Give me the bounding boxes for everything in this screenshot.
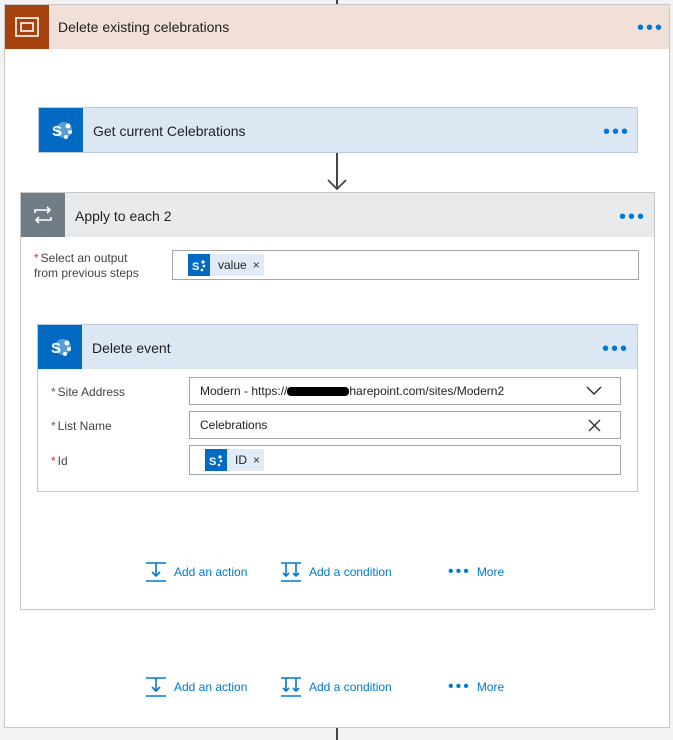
more-dots-icon: ••• (448, 678, 471, 695)
id-token-label: ID (235, 453, 247, 467)
sharepoint-icon: S (188, 254, 210, 276)
list-name-value: Celebrations (200, 418, 268, 432)
svg-text:S: S (51, 340, 61, 357)
arrow-down-icon (327, 179, 347, 191)
site-address-label: * Site Address (51, 385, 126, 399)
id-label: * Id (51, 454, 68, 468)
loop-icon (21, 193, 65, 237)
output-input[interactable]: S value × (172, 250, 639, 280)
outer-more-button[interactable]: ••• More (448, 678, 505, 695)
svg-text:S: S (192, 261, 199, 273)
scope-icon (5, 5, 49, 49)
list-name-input[interactable]: Celebrations (189, 411, 621, 439)
clear-icon[interactable] (588, 419, 601, 432)
add-condition-icon (281, 677, 301, 697)
apply-each-card: Apply to each 2 ••• * Select an output fr… (20, 192, 655, 610)
output-label: * Select an output from previous steps (34, 251, 139, 281)
required-mark: * (51, 385, 56, 399)
outer-add-action-button[interactable]: Add an action (145, 676, 247, 698)
outer-add-condition-label: Add a condition (309, 680, 392, 694)
output-token[interactable]: S value × (188, 254, 264, 276)
get-celebrations-more-button[interactable]: ••• (603, 122, 630, 142)
sharepoint-icon: S (39, 108, 83, 152)
id-input[interactable]: S ID × (189, 445, 621, 475)
scope-title: Delete existing celebrations (58, 19, 230, 35)
inner-add-action-label: Add an action (174, 565, 248, 579)
inner-more-button[interactable]: ••• More (448, 563, 505, 580)
required-mark: * (51, 454, 56, 468)
outer-add-condition-button[interactable]: Add a condition (280, 676, 392, 698)
output-label-line2: from previous steps (34, 266, 139, 280)
scope-card: Delete existing celebrations ••• S Get c… (4, 4, 670, 728)
chevron-down-icon[interactable] (586, 386, 602, 396)
sharepoint-icon: S (205, 449, 227, 471)
more-dots-icon: ••• (448, 563, 471, 580)
apply-each-more-button[interactable]: ••• (619, 207, 646, 227)
get-celebrations-card[interactable]: S Get current Celebrations ••• (38, 107, 638, 153)
delete-event-title: Delete event (92, 340, 171, 356)
delete-event-more-button[interactable]: ••• (602, 339, 629, 359)
add-action-icon (146, 562, 166, 582)
inner-more-label: More (476, 565, 505, 579)
add-condition-icon (281, 562, 301, 582)
apply-each-title: Apply to each 2 (75, 208, 172, 224)
inner-add-action-button[interactable]: Add an action (145, 561, 247, 583)
get-celebrations-title: Get current Celebrations (93, 123, 246, 139)
site-address-dropdown[interactable]: Modern - https://harepoint.com/sites/Mod… (189, 377, 621, 405)
svg-text:S: S (52, 123, 62, 140)
required-mark: * (51, 419, 56, 433)
output-token-label: value (218, 258, 247, 272)
add-action-icon (146, 677, 166, 697)
inner-add-condition-label: Add a condition (309, 565, 392, 579)
output-label-line1: Select an output (40, 251, 128, 265)
bottom-connector (336, 728, 338, 740)
outer-more-label: More (476, 680, 505, 694)
id-token[interactable]: S ID × (205, 449, 265, 471)
redacted-block (287, 386, 350, 396)
inner-add-condition-button[interactable]: Add a condition (280, 561, 392, 583)
site-address-value: Modern - https://harepoint.com/sites/Mod… (200, 384, 505, 398)
outer-add-action-label: Add an action (174, 680, 248, 694)
list-name-label: * List Name (51, 419, 112, 433)
id-token-remove-button[interactable]: × (253, 453, 260, 467)
scope-more-button[interactable]: ••• (637, 18, 664, 38)
required-mark: * (34, 251, 39, 265)
sharepoint-icon: S (38, 325, 82, 369)
delete-event-card: S Delete event ••• * Site Address Modern … (37, 324, 638, 492)
svg-text:S: S (209, 456, 216, 468)
output-token-remove-button[interactable]: × (253, 258, 260, 272)
scope-header[interactable]: Delete existing celebrations ••• (5, 5, 669, 49)
